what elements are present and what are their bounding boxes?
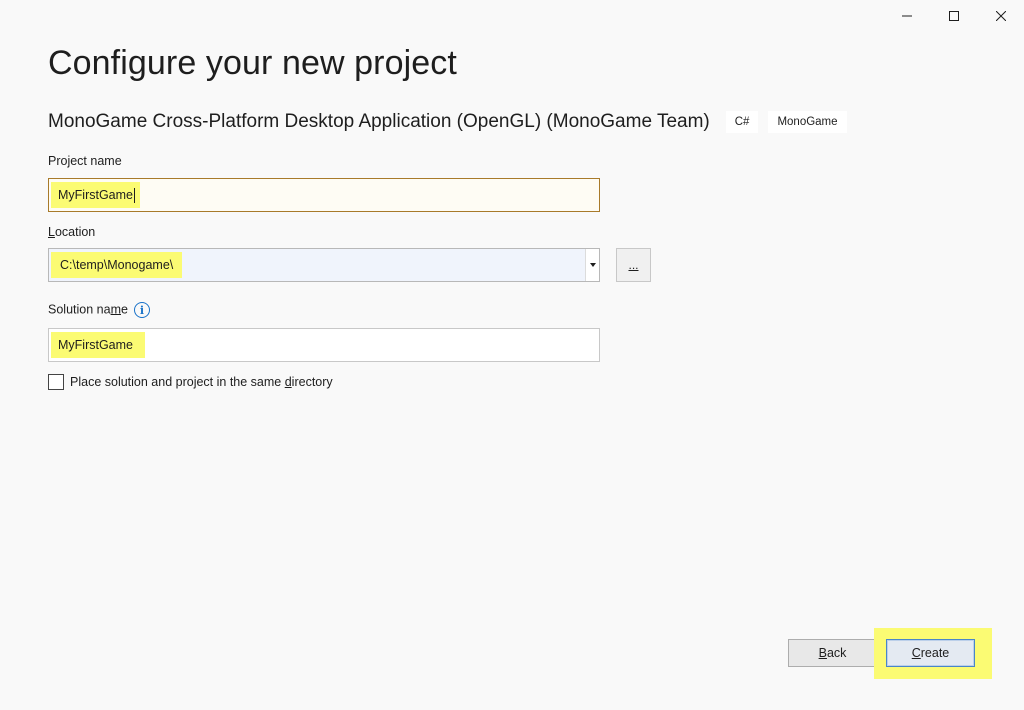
info-icon[interactable]: i — [133, 302, 150, 318]
location-combobox[interactable]: C:\temp\Monogame\ — [48, 248, 600, 282]
solution-label-accel: m — [110, 302, 121, 317]
solution-name-value: MyFirstGame — [51, 332, 145, 358]
create-button[interactable]: Create — [886, 639, 975, 667]
solution-label-post: e — [120, 302, 128, 317]
solution-label-pre: Solution na — [48, 302, 111, 317]
project-name-label: Project name — [48, 154, 122, 168]
minimize-icon[interactable] — [883, 0, 930, 32]
same-directory-checkbox[interactable] — [48, 374, 64, 390]
project-name-input[interactable]: MyFirstGame — [48, 178, 600, 212]
browse-button[interactable]: ... — [616, 248, 651, 282]
same-directory-label-accel: d — [284, 375, 292, 389]
back-accel: B — [818, 646, 827, 660]
create-rest: reate — [920, 646, 950, 660]
text-caret — [134, 187, 135, 203]
location-label-rest: ocation — [54, 225, 96, 239]
language-tag: C# — [725, 111, 759, 133]
location-label: Location — [48, 225, 95, 239]
location-label-accel: L — [48, 225, 55, 239]
same-directory-label-pre: Place solution and project in the same — [70, 375, 285, 389]
same-directory-label-post: irectory — [291, 375, 333, 389]
solution-name-input[interactable]: MyFirstGame — [48, 328, 600, 362]
platform-tag: MonoGame — [768, 111, 847, 133]
create-accel: C — [911, 646, 921, 660]
window-controls — [883, 0, 1024, 32]
project-name-value: MyFirstGame — [51, 182, 140, 208]
maximize-icon[interactable] — [930, 0, 977, 32]
chevron-down-icon[interactable] — [585, 249, 599, 281]
back-rest: ack — [826, 646, 847, 660]
page-title: Configure your new project — [48, 44, 457, 82]
close-icon[interactable] — [977, 0, 1024, 32]
template-info: MonoGame Cross-Platform Desktop Applicat… — [48, 110, 847, 134]
solution-name-label: Solution name i — [48, 302, 150, 318]
back-button[interactable]: Back — [788, 639, 877, 667]
template-name: MonoGame Cross-Platform Desktop Applicat… — [48, 111, 710, 132]
location-value: C:\temp\Monogame\ — [51, 252, 183, 278]
same-directory-option[interactable]: Place solution and project in the same d… — [48, 374, 333, 390]
same-directory-label: Place solution and project in the same d… — [70, 375, 333, 389]
